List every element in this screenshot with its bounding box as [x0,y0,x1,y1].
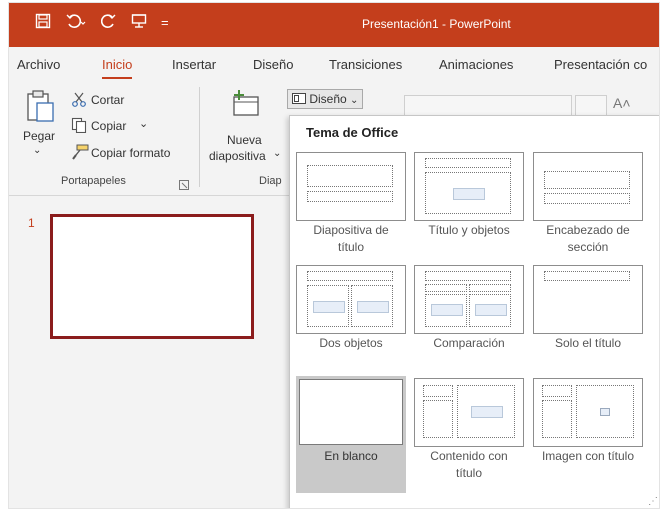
slides-group-label: Diap [259,175,282,187]
paste-button[interactable]: Pegar [23,129,55,143]
group-separator [199,87,200,187]
copy-dropdown-icon[interactable]: ⌄ [139,117,148,130]
layout-preview [296,152,406,221]
ribbon-tabs: Archivo Inicio Insertar Diseño Transicio… [9,47,659,81]
layout-preview [533,152,643,221]
content-placeholder-icon [475,304,507,316]
copy-button[interactable]: Copiar [91,119,126,133]
format-painter-button[interactable]: Copiar formato [91,146,170,160]
title-bar: = Presentación1 - PowerPoint [9,3,659,47]
save-icon[interactable] [35,13,51,33]
layout-gallery: Tema de Office Diapositiva de título Títu… [289,115,659,508]
slide-number: 1 [28,216,35,230]
clipboard-group-label: Portapapeles [61,175,126,187]
layout-label: En blanco [324,449,378,463]
layout-label: Encabezado de sección [546,223,630,254]
content-placeholder-icon [357,301,389,313]
tab-archivo[interactable]: Archivo [17,57,60,72]
layout-comparison[interactable]: Comparación [414,265,524,382]
layout-preview [414,152,524,221]
layout-button-label: Diseño [309,92,347,106]
window-title: Presentación1 - PowerPoint [362,17,511,31]
layout-preview [414,265,524,334]
layout-title-only[interactable]: Solo el título [533,265,643,382]
new-slide-label-2[interactable]: diapositiva [209,149,266,163]
layout-title-content[interactable]: Título y objetos [414,152,524,269]
paste-dropdown-icon[interactable]: ⌄ [33,145,41,156]
present-icon[interactable] [131,13,147,33]
paste-icon[interactable] [25,89,55,128]
layout-blank[interactable]: En blanco [296,376,406,493]
layout-preview [533,378,643,447]
cut-button[interactable]: Cortar [91,93,124,107]
copy-icon[interactable] [71,117,87,138]
picture-placeholder-icon [600,408,610,416]
content-placeholder-icon [431,304,463,316]
new-slide-dropdown-icon[interactable]: ⌄ [273,148,281,159]
gallery-heading: Tema de Office [306,125,399,140]
layout-label: Solo el título [554,336,622,350]
layout-preview [296,265,406,334]
tab-animaciones[interactable]: Animaciones [439,57,513,72]
grow-font-button[interactable]: A˄ [613,95,631,111]
resize-grip-icon[interactable]: ⋰ [648,496,658,507]
tab-inicio[interactable]: Inicio [102,57,133,79]
layout-label: Diapositiva de título [313,223,389,254]
layout-title-slide[interactable]: Diapositiva de título [296,152,406,269]
layout-label: Imagen con título [541,449,635,463]
format-painter-icon[interactable] [71,144,89,165]
new-slide-label-1[interactable]: Nueva [227,133,262,147]
redo-icon[interactable] [100,13,117,33]
layout-label: Dos objetos [319,336,383,350]
chevron-down-icon: ⌄ [350,95,359,106]
content-placeholder-icon [471,406,503,418]
quick-access-toolbar: = [35,13,169,33]
content-placeholder-icon [453,188,485,200]
cut-icon[interactable] [71,91,87,112]
slide-thumbnail[interactable] [50,214,254,339]
tab-presentacion[interactable]: Presentación co [554,57,647,72]
new-slide-icon[interactable] [231,89,261,124]
tab-insertar[interactable]: Insertar [172,57,216,72]
undo-icon[interactable] [65,13,87,33]
tab-transiciones[interactable]: Transiciones [329,57,402,72]
layout-section-header[interactable]: Encabezado de sección [533,152,643,269]
font-size-box[interactable] [575,95,607,117]
layout-preview [299,379,403,445]
layout-label: Contenido con título [430,449,508,480]
layout-two-content[interactable]: Dos objetos [296,265,406,382]
powerpoint-window: = Presentación1 - PowerPoint Archivo Ini… [8,2,660,509]
layout-label: Comparación [433,336,505,350]
dialog-launcher-icon[interactable] [179,177,189,195]
layout-dropdown-button[interactable]: Diseño ⌄ [287,89,363,109]
layout-picture-with-caption[interactable]: Imagen con título [533,378,643,495]
font-name-box[interactable] [404,95,572,117]
layout-content-with-caption[interactable]: Contenido con título [414,378,524,495]
layout-icon [292,91,306,109]
layout-preview [533,265,643,334]
layout-label: Título y objetos [428,223,510,237]
customize-toolbar-icon[interactable]: = [161,13,169,33]
layout-preview [414,378,524,447]
content-placeholder-icon [313,301,345,313]
tab-diseno[interactable]: Diseño [253,57,293,72]
